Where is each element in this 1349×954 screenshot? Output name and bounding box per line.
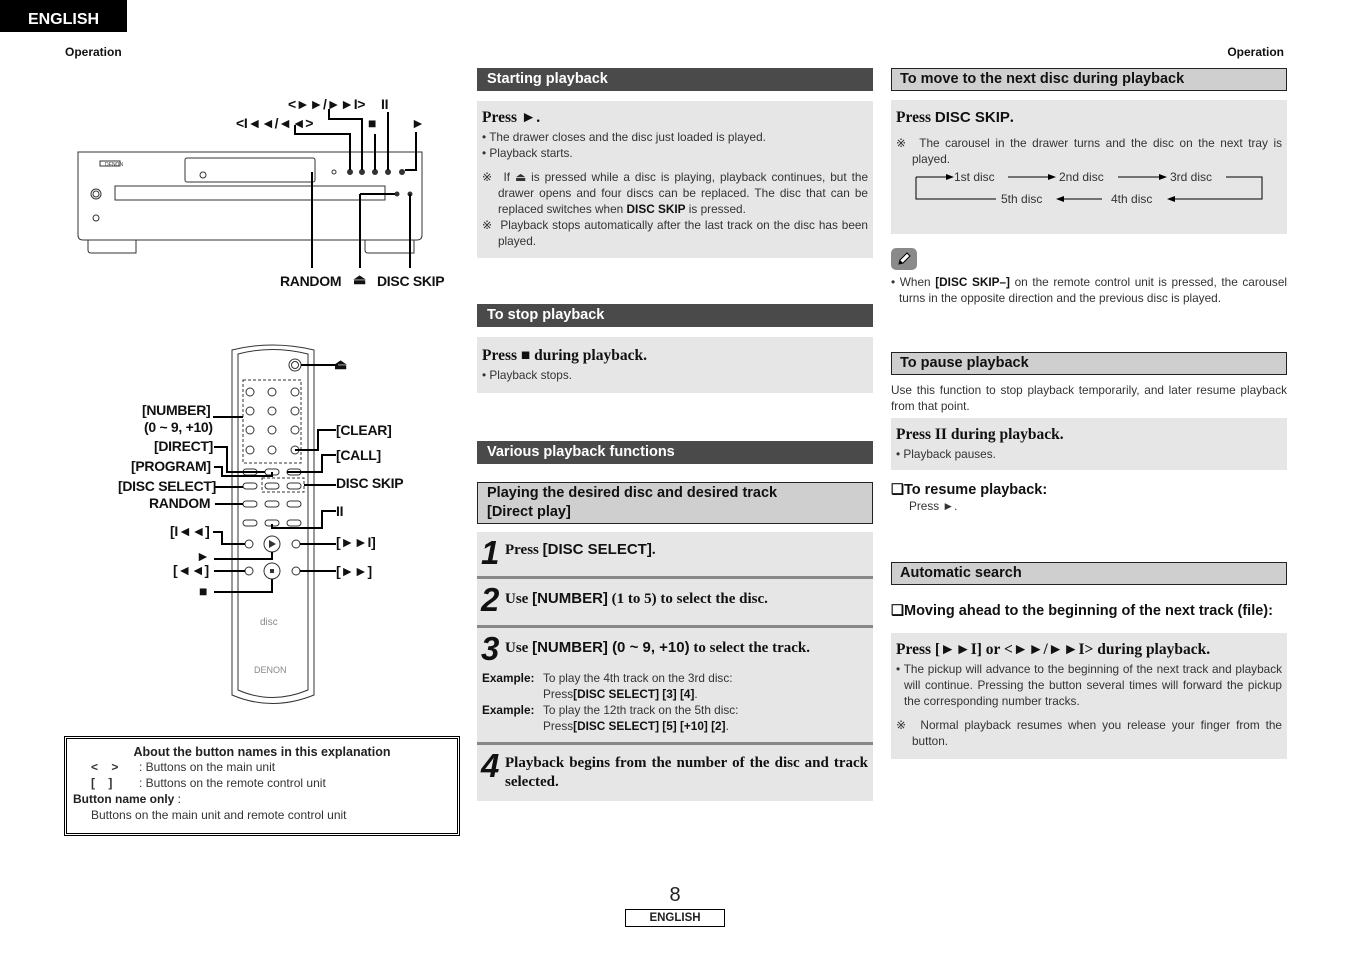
pause-press: Press II during playback. <box>896 426 1064 443</box>
legend-colon: : <box>174 792 182 806</box>
section-title-stop: To stop playback <box>477 304 873 327</box>
section-title-next-disc: To move to the next disc during playback <box>891 68 1287 91</box>
step-number: 3 <box>481 630 500 667</box>
legend-name-only-desc: Buttons on the main unit and remote cont… <box>91 808 347 822</box>
bullet-item: • Playback stops. <box>482 368 573 382</box>
label-play: ► <box>411 115 425 131</box>
label-remote-disc-skip: DISC SKIP <box>336 475 404 491</box>
button-name-legend: About the button names in this explanati… <box>64 736 460 836</box>
resume-title: ❑To resume playback: <box>891 482 1048 498</box>
label-ff-skip: <►►/►►I> <box>288 96 366 112</box>
label-number: [NUMBER] <box>142 402 211 418</box>
example: Example: To play the 12th track on the 5t… <box>482 703 739 717</box>
section-title-pause: To pause playback <box>891 352 1287 375</box>
pencil-tip-icon <box>891 248 917 270</box>
legend-desc: : Buttons on the remote control unit <box>139 776 326 790</box>
section-title-auto-search: Automatic search <box>891 562 1287 585</box>
step-number: 2 <box>481 581 500 618</box>
label-number-range: (0 ~ 9, +10) <box>144 419 213 435</box>
label-next: [►►I] <box>336 534 376 550</box>
bullet-item: • Playback starts. <box>482 146 573 160</box>
disc-4: 4th disc <box>1111 192 1153 206</box>
legend-row: [ ] : Buttons on the remote control unit <box>91 775 457 791</box>
pause-box: Press II during playback. • Playback pau… <box>891 418 1287 470</box>
pause-intro: Use this function to stop playback tempo… <box>891 383 1287 413</box>
disc-3: 3rd disc <box>1170 170 1213 184</box>
step-number: 1 <box>481 534 500 571</box>
label-remote-random: RANDOM <box>149 495 211 511</box>
example-keys: Press [DISC SELECT] [5] [+10] [2]. <box>543 719 729 733</box>
label-rew-skip: <I◄◄/◄◄> <box>236 115 314 131</box>
note-item: ※ Normal playback resumes when you relea… <box>896 718 1282 748</box>
middle-column: Starting playback Press ►. • The drawer … <box>477 68 873 801</box>
running-header-left: Operation <box>65 45 122 59</box>
label-remote-pause: II <box>336 503 344 519</box>
subsection-title-direct-play: Playing the desired disc and desired tra… <box>477 482 873 524</box>
label-direct: [DIRECT] <box>154 438 214 454</box>
auto-search-subtitle: ❑Moving ahead to the beginning of the ne… <box>891 603 1273 619</box>
label-program: [PROGRAM] <box>131 458 211 474</box>
note-item: ※ Playback stops automatically after the… <box>482 218 868 248</box>
label-random: RANDOM <box>280 273 342 289</box>
remote-illustration: disc DENON <box>213 344 338 704</box>
right-column: To move to the next disc during playback… <box>891 68 1287 759</box>
starting-box: Press ►. • The drawer closes and the dis… <box>477 101 873 258</box>
resume-text: Press ►. <box>909 499 958 513</box>
note-item: ※ If ⏏ is pressed while a disc is playin… <box>482 170 868 216</box>
example-keys: Press [DISC SELECT] [3] [4]. <box>543 687 698 701</box>
cd-logo: disc <box>260 617 278 628</box>
remote-brand: DENON <box>254 665 287 675</box>
disc-1: 1st disc <box>954 170 995 184</box>
legend-name-only: Button name only : <box>73 791 457 807</box>
label-pause: II <box>381 96 389 112</box>
next-disc-box: Press DISC SKIP. ※ The carousel in the d… <box>891 100 1287 234</box>
label-remote-eject: ⏏ <box>334 356 347 372</box>
label-prev: [I◄◄] <box>170 523 210 539</box>
legend-row: < > : Buttons on the main unit <box>91 759 457 775</box>
auto-search-press: Press [►►I] or <►►/►►I> during playback. <box>896 641 1211 658</box>
language-tab: ENGLISH <box>0 0 127 32</box>
auto-search-box: Press [►►I] or <►►/►►I> during playback.… <box>891 633 1287 759</box>
step-4: 4 Playback begins from the number of the… <box>477 745 873 801</box>
label-disc-select: [DISC SELECT] <box>118 478 216 494</box>
next-disc-press: Press DISC SKIP. <box>896 109 1014 126</box>
step-3: 3 Use [NUMBER] (0 ~ 9, +10) to select th… <box>477 628 873 745</box>
label-disc-skip: DISC SKIP <box>377 273 445 289</box>
bullet-item: • Playback pauses. <box>896 447 996 461</box>
label-rew: [◄◄] <box>173 562 209 578</box>
section-title-various: Various playback functions <box>477 441 873 464</box>
stop-press: Press ■ during playback. <box>482 347 647 364</box>
section-title-starting: Starting playback <box>477 68 873 91</box>
step-number: 4 <box>481 747 500 784</box>
footer-language-label: ENGLISH <box>625 909 725 927</box>
stop-box: Press ■ during playback. • Playback stop… <box>477 337 873 393</box>
example: Example: To play the 4th track on the 3rd… <box>482 671 733 685</box>
running-header-right: Operation <box>1227 45 1284 59</box>
tip-text: • When [DISC SKIP–] on the remote contro… <box>891 275 1287 305</box>
step-1: 1 Press [DISC SELECT]. <box>477 532 873 579</box>
note-item: ※ The carousel in the drawer turns and t… <box>896 136 1282 166</box>
label-remote-stop: ■ <box>199 583 208 599</box>
starting-press: Press ►. <box>482 109 541 126</box>
bullet-item: • The pickup will advance to the beginni… <box>896 662 1282 708</box>
page-number: 8 <box>669 884 681 906</box>
bullet-item: • The drawer closes and the disc just lo… <box>482 130 766 144</box>
label-clear: [CLEAR] <box>336 422 392 438</box>
brand-logo: DENON <box>105 162 123 168</box>
disc-5: 5th disc <box>1001 192 1043 206</box>
step-2: 2 Use [NUMBER] (1 to 5) to select the di… <box>477 579 873 628</box>
remote-diagram: disc DENON ⏏ [NUMBER] (0 ~ 9, +10) [DIRE… <box>110 340 420 720</box>
label-eject: ⏏ <box>353 271 366 287</box>
main-unit-diagram: DENON <►►/►►I> II <I◄◄/◄◄> ■ ► RANDOM ⏏ … <box>60 90 460 300</box>
label-call: [CALL] <box>336 447 381 463</box>
legend-symbol: [ ] <box>91 776 113 790</box>
legend-title: About the button names in this explanati… <box>133 745 391 759</box>
legend-symbol: < > <box>91 760 119 774</box>
legend-name-only-label: Button name only <box>73 792 175 806</box>
label-stop: ■ <box>368 115 377 131</box>
disc-2: 2nd disc <box>1059 170 1104 184</box>
label-ff: [►►] <box>336 563 372 579</box>
legend-desc: : Buttons on the main unit <box>139 760 276 774</box>
disc-cycle-diagram: 1st disc 2nd disc 3rd disc 4th disc 5th … <box>896 170 1282 211</box>
